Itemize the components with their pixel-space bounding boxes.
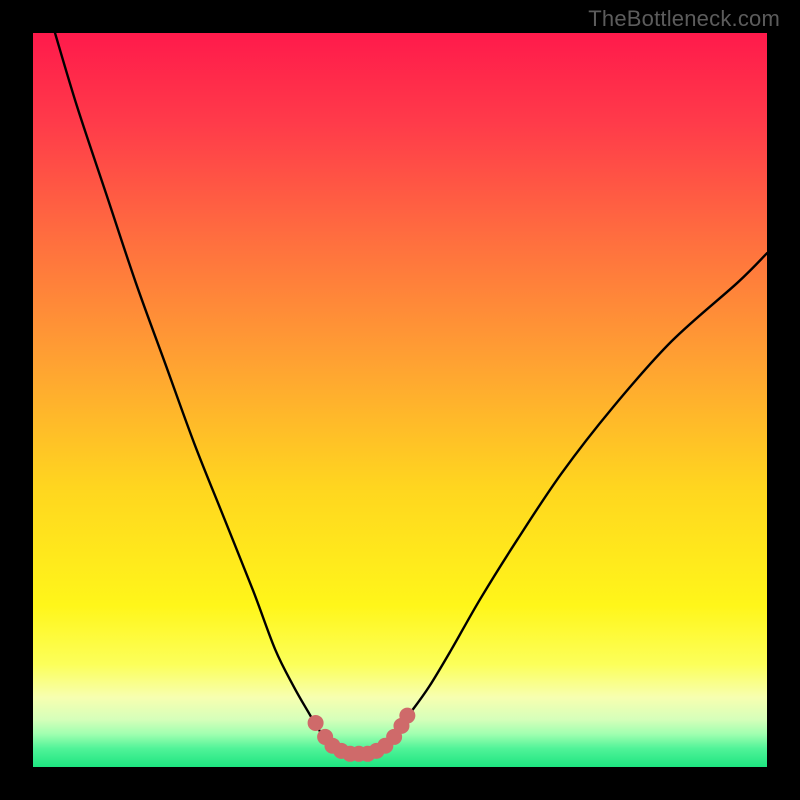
chart-frame: TheBottleneck.com [0,0,800,800]
gradient-background [33,33,767,767]
plot-svg [33,33,767,767]
marker-dot [308,715,324,731]
attribution-watermark: TheBottleneck.com [588,6,780,32]
marker-dot [399,708,415,724]
bottleneck-plot [33,33,767,767]
